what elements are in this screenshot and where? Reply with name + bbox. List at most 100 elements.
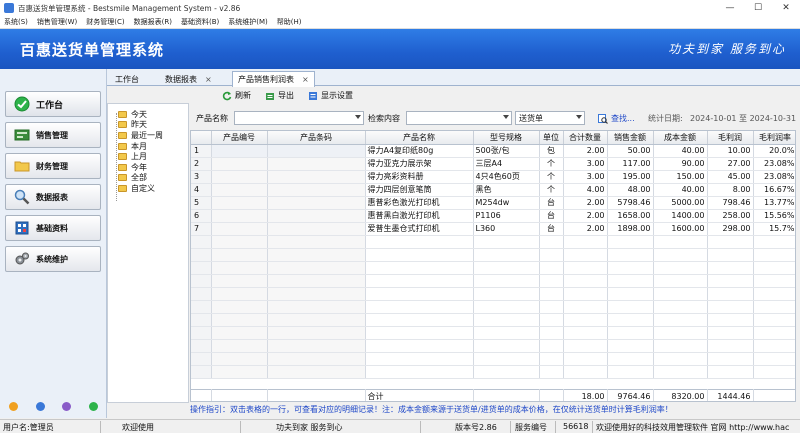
menu-finance[interactable]: 财务管理(C) [86,17,124,27]
nav-finance[interactable]: 财务管理 [5,153,101,179]
table-row[interactable] [191,313,795,327]
sales-amount [607,313,654,327]
profit-rate [753,300,795,314]
date-filter-this-year[interactable]: 今年 [118,162,163,173]
column-header[interactable]: 毛利润 [707,131,754,145]
calculator-icon[interactable] [62,401,72,411]
nav-reports[interactable]: 数据报表 [5,184,101,210]
nav-maintenance[interactable]: 系统维护 [5,246,101,272]
column-header[interactable]: 产品条码 [267,131,366,145]
date-filter-last-week[interactable]: 最近一周 [118,130,163,141]
doc-type-select[interactable]: 送货单 [515,111,585,125]
date-filter-yesterday[interactable]: 昨天 [118,120,163,131]
table-row[interactable]: 4 得力四层创意笔筒 黑色个 4.00 48.00 40.00 8.00 16.67% [191,183,795,197]
close-icon[interactable]: × [205,75,212,84]
maximize-button[interactable]: ☐ [744,0,772,16]
spec [473,352,540,366]
sales-amount [607,352,654,366]
refresh-label: 刷新 [235,91,251,100]
menu-maintenance[interactable]: 系统维护(M) [228,17,268,27]
row-number [191,326,212,340]
table-row[interactable] [191,300,795,314]
notes-icon[interactable] [8,401,18,411]
menu-sales[interactable]: 销售管理(W) [37,17,77,27]
tab-data-reports[interactable]: 数据报表 × [165,72,212,86]
date-filter-this-month[interactable]: 本月 [118,141,163,152]
table-row[interactable] [191,352,795,366]
column-header[interactable]: 成本金额 [653,131,708,145]
column-header[interactable] [191,131,212,145]
date-filter-last-month[interactable]: 上月 [118,151,163,162]
table-row[interactable] [191,248,795,262]
column-header[interactable]: 产品名称 [365,131,474,145]
total-qty [563,352,608,366]
menu-basic-data[interactable]: 基础资料(B) [181,17,219,27]
nav-sales[interactable]: 销售管理 [5,122,101,148]
total-cell [539,389,564,401]
column-header[interactable]: 单位 [539,131,564,145]
column-header[interactable]: 毛利润率 [753,131,795,145]
spec [473,261,540,275]
table-row[interactable] [191,326,795,340]
menu-help[interactable]: 帮助(H) [277,17,302,27]
search-button[interactable]: 查找... [598,113,635,124]
table-row[interactable]: 1 得力A4复印纸80g 500张/包包 2.00 50.00 40.00 10.00 20.… [191,144,795,158]
table-row[interactable]: 2 得力亚克力展示架 三层A4 个 3.00 117.00 90.00 27.00 23.08% [191,157,795,171]
cost-amount: 150.00 [653,170,708,184]
date-filter-label: 今天 [131,109,147,119]
display-settings-button[interactable]: 显示设置 [308,90,353,101]
tree-line [116,113,117,201]
nav-label: 系统维护 [36,254,68,264]
bottom-icon-bar [0,399,107,413]
search-content-select[interactable] [406,111,512,125]
table-row[interactable]: 7 爱普生墨仓式打印机 L360 台 2.00 1898.00 1600.00 298.00 1… [191,222,795,236]
product-barcode [267,209,366,223]
table-row[interactable] [191,339,795,353]
total-qty [563,274,608,288]
total-label: 合计 [365,389,474,401]
table-row[interactable] [191,261,795,275]
date-filter-custom[interactable]: 自定义 [118,183,163,194]
sales-amount: 1658.00 [607,209,654,223]
tab-product-profit[interactable]: 产品销售利润表 × [232,71,315,87]
product-name: 得力亚克力展示架 [365,157,474,171]
table-row[interactable]: 5 惠普彩色激光打印机 M254dw 台 2.00 5798.46 5000.00 798.4… [191,196,795,210]
product-name-select[interactable] [234,111,364,125]
nav-label: 财务管理 [36,161,68,171]
tab-workbench[interactable]: 工作台 [115,72,139,86]
status-separator [555,421,556,433]
spec: 黑色 [473,183,540,197]
close-icon[interactable]: × [302,75,309,84]
export-button[interactable]: 导出 [265,90,294,101]
date-filter-today[interactable]: 今天 [118,109,163,120]
table-row[interactable] [191,365,795,379]
table-row[interactable] [191,235,795,249]
nav-workbench[interactable]: 工作台 [5,91,101,117]
close-button[interactable]: ✕ [772,0,800,16]
column-header[interactable]: 销售金额 [607,131,654,145]
column-header[interactable]: 产品编号 [211,131,268,145]
column-header[interactable]: 合计数量 [563,131,608,145]
table-row[interactable]: 3 得力亮彩资料册 4只4色60页个 3.00 195.00 150.00 45.00 23… [191,170,795,184]
refresh-button[interactable]: 刷新 [222,90,251,101]
sales-amount [607,326,654,340]
cost-amount [653,235,708,249]
menu-reports[interactable]: 数据报表(R) [134,17,172,27]
gross-profit [707,248,754,262]
info-icon[interactable] [35,401,45,411]
nav-basic-data[interactable]: 基础资料 [5,215,101,241]
nav-label: 数据报表 [36,192,68,202]
menu-system[interactable]: 系统(S) [4,17,28,27]
cart-icon [14,127,30,143]
cost-amount [653,300,708,314]
product-name-label: 产品名称 [196,114,228,123]
minimize-button[interactable]: — [716,0,744,16]
table-row[interactable] [191,287,795,301]
table-row[interactable] [191,274,795,288]
table-row[interactable]: 6 惠普黑白激光打印机 P1106 台 2.00 1658.00 1400.00 258.00… [191,209,795,223]
date-filter-all[interactable]: 全部 [118,173,163,184]
column-header[interactable]: 型号规格 [473,131,540,145]
unit [539,261,564,275]
spec [473,339,540,353]
refresh-icon[interactable] [89,401,99,411]
